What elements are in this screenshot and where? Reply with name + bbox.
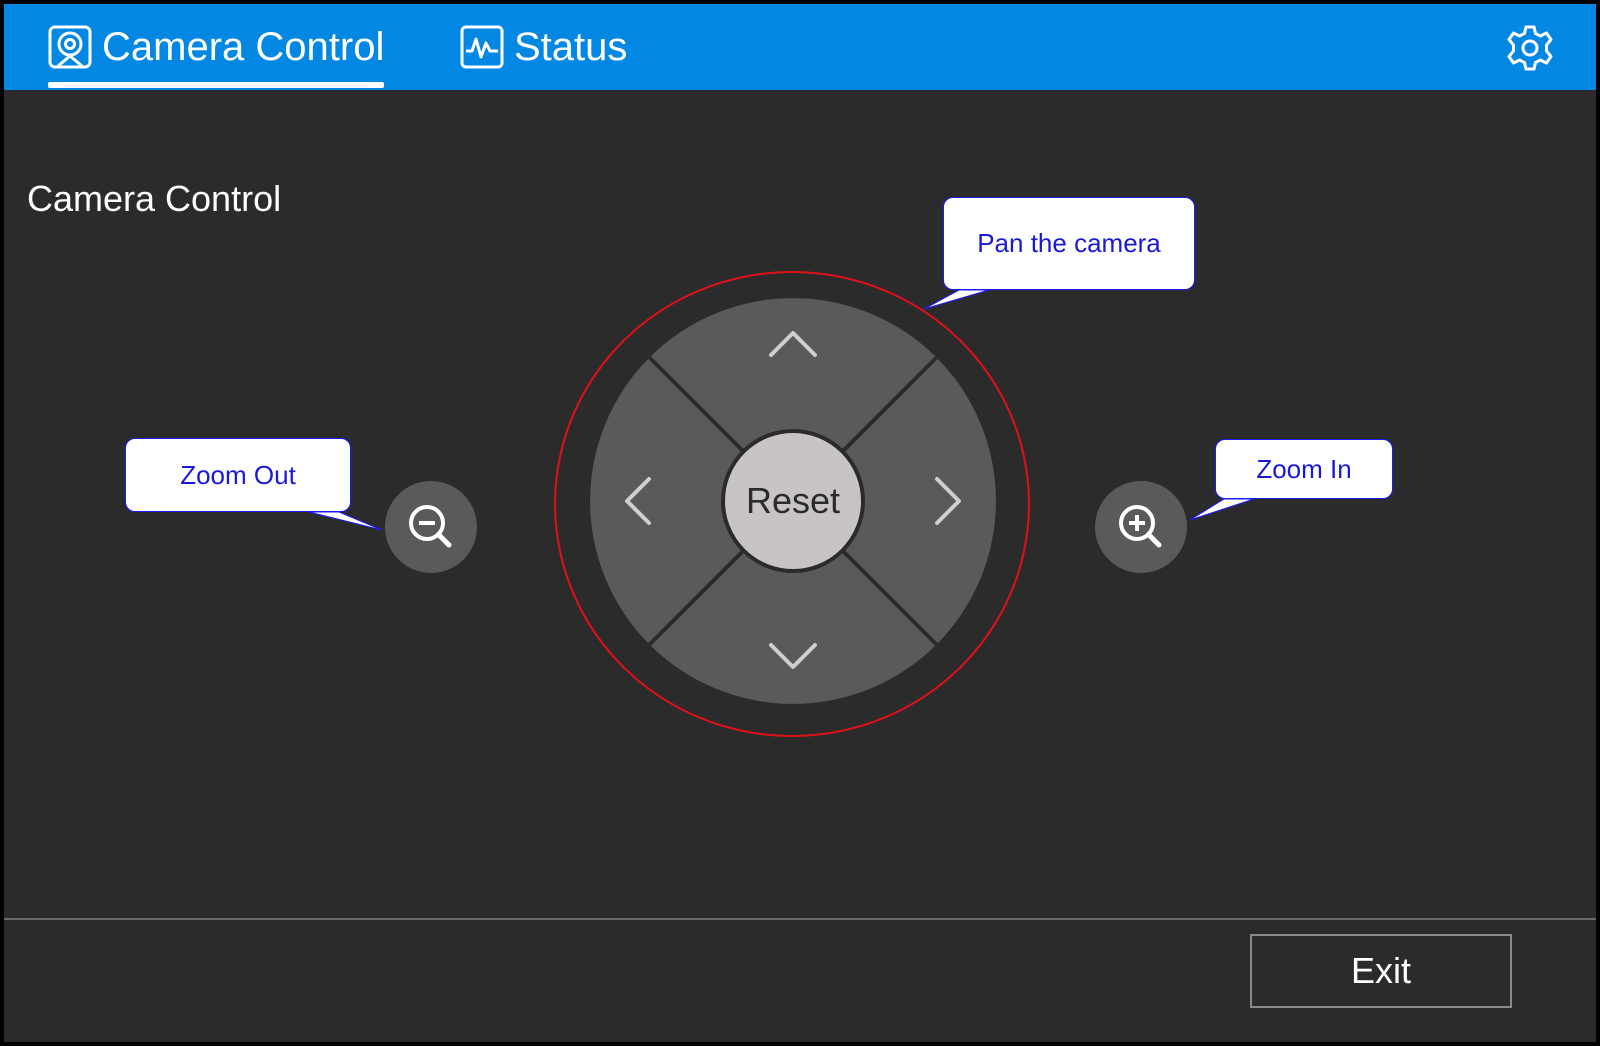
callout-pan-camera: Pan the camera <box>943 197 1195 290</box>
section-title: Camera Control <box>27 178 282 219</box>
zoom-out-button[interactable] <box>385 481 477 573</box>
tab-status-label: Status <box>514 24 628 69</box>
title-bar: Camera Control Status <box>4 4 1596 90</box>
tab-status[interactable]: Status <box>460 4 627 90</box>
callout-zoom-out: Zoom Out <box>125 438 351 512</box>
reset-button[interactable]: Reset <box>721 429 865 573</box>
zoom-in-icon <box>1119 505 1162 548</box>
camera-icon <box>48 25 92 69</box>
settings-button[interactable] <box>1506 24 1554 72</box>
gear-icon <box>1507 25 1553 71</box>
zoom-out-icon <box>409 505 452 548</box>
app-window: Camera Control Status Camera Control Res… <box>4 4 1596 1042</box>
activity-icon <box>460 25 504 69</box>
exit-button[interactable]: Exit <box>1250 934 1512 1008</box>
tab-camera-control[interactable]: Camera Control <box>48 4 385 90</box>
zoom-in-button[interactable] <box>1095 481 1187 573</box>
callout-zoom-in: Zoom In <box>1215 439 1393 499</box>
footer-divider <box>4 918 1596 920</box>
tab-camera-control-label: Camera Control <box>102 24 385 69</box>
